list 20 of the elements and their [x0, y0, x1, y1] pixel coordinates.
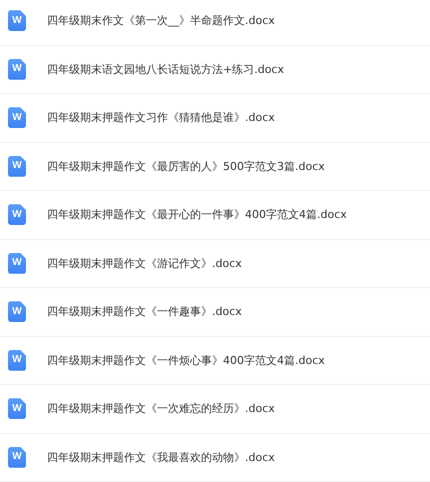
word-document-icon: W	[8, 10, 26, 32]
file-name[interactable]: 四年级期末作文《第一次__》半命题作文.docx	[47, 13, 275, 28]
file-name[interactable]: 四年级期末押题作文《最厉害的人》500字范文3篇.docx	[47, 158, 325, 174]
word-document-icon: W	[8, 446, 26, 468]
file-name[interactable]: 四年级期末押题作文《游记作文》.docx	[47, 256, 242, 271]
file-name[interactable]: 四年级期末押题作文《我最喜欢的动物》.docx	[47, 450, 275, 465]
word-document-icon: W	[8, 107, 26, 128]
file-name[interactable]: 四年级期末语文园地八长话短说方法+练习.docx	[47, 62, 284, 77]
file-name[interactable]: 四年级期末押题作文《一次难忘的经历》.docx	[47, 401, 275, 416]
file-name[interactable]: 四年级期末押题作文习作《猜猜他是谁》.docx	[47, 110, 275, 126]
file-name[interactable]: 四年级期末押题作文《最开心的一件事》400字范文4篇.docx	[47, 207, 347, 222]
word-document-icon: W	[8, 398, 26, 420]
file-name[interactable]: 四年级期末押题作文《一件烦心事》400字范文4篇.docx	[47, 352, 325, 368]
word-document-icon: W	[8, 252, 26, 274]
word-document-icon: W	[8, 156, 26, 177]
word-document-icon: W	[8, 350, 26, 371]
file-name[interactable]: 四年级期末押题作文《一件趣事》.docx	[47, 304, 242, 320]
word-document-icon: W	[8, 58, 26, 80]
word-document-icon: W	[8, 301, 26, 322]
word-document-icon: W	[8, 204, 26, 226]
